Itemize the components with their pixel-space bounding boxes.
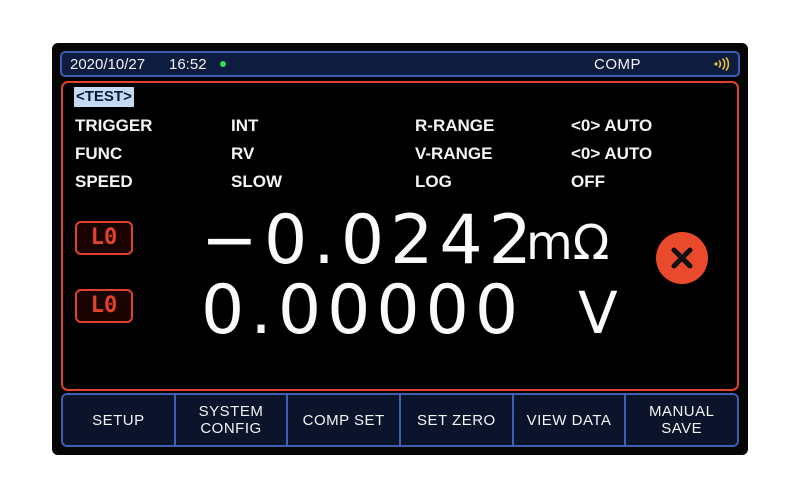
- test-page-tag[interactable]: <TEST>: [74, 87, 134, 107]
- status-date: 2020/10/27: [70, 56, 146, 73]
- setup-button[interactable]: SETUP: [63, 395, 176, 445]
- resistance-unit: mΩ: [526, 215, 610, 271]
- status-mode: COMP: [594, 56, 641, 73]
- view-data-button[interactable]: VIEW DATA: [514, 395, 627, 445]
- wifi-signal-icon: [713, 56, 733, 74]
- log-label: LOG: [415, 172, 452, 191]
- func-label: FUNC: [75, 144, 123, 163]
- status-time: 16:52: [169, 56, 207, 73]
- resistance-reading: −0.0242: [201, 201, 538, 280]
- resistance-comp-badge: L0: [75, 221, 133, 255]
- system-config-button[interactable]: SYSTEM CONFIG: [176, 395, 289, 445]
- status-indicator-icon: [220, 61, 226, 67]
- comp-set-button[interactable]: COMP SET: [288, 395, 402, 445]
- instrument-bezel: 2020/10/27 16:52 COMP <TEST> TRIGGER INT…: [52, 43, 748, 455]
- fail-x-icon: [656, 232, 708, 284]
- manual-save-button[interactable]: MANUAL SAVE: [626, 395, 737, 445]
- trigger-label: TRIGGER: [75, 116, 153, 135]
- func-value[interactable]: RV: [231, 144, 254, 164]
- v-range-value[interactable]: <0> AUTO: [571, 144, 652, 164]
- log-value[interactable]: OFF: [571, 172, 605, 192]
- softkey-bar: SETUP SYSTEM CONFIG COMP SET SET ZERO VI…: [61, 393, 739, 447]
- set-zero-button[interactable]: SET ZERO: [401, 395, 514, 445]
- measurement-panel: <TEST> TRIGGER INT FUNC RV SPEED SLOW R-…: [61, 81, 739, 391]
- voltage-unit: V: [578, 279, 618, 347]
- voltage-reading: 0.00000: [201, 271, 525, 350]
- status-bar: 2020/10/27 16:52 COMP: [60, 51, 740, 77]
- speed-value[interactable]: SLOW: [231, 172, 282, 192]
- voltage-comp-badge: L0: [75, 289, 133, 323]
- speed-label: SPEED: [75, 172, 133, 191]
- v-range-label: V-RANGE: [415, 144, 493, 163]
- r-range-value[interactable]: <0> AUTO: [571, 116, 652, 136]
- r-range-label: R-RANGE: [415, 116, 495, 135]
- display-screen: 2020/10/27 16:52 COMP <TEST> TRIGGER INT…: [60, 51, 740, 447]
- trigger-value[interactable]: INT: [231, 116, 258, 136]
